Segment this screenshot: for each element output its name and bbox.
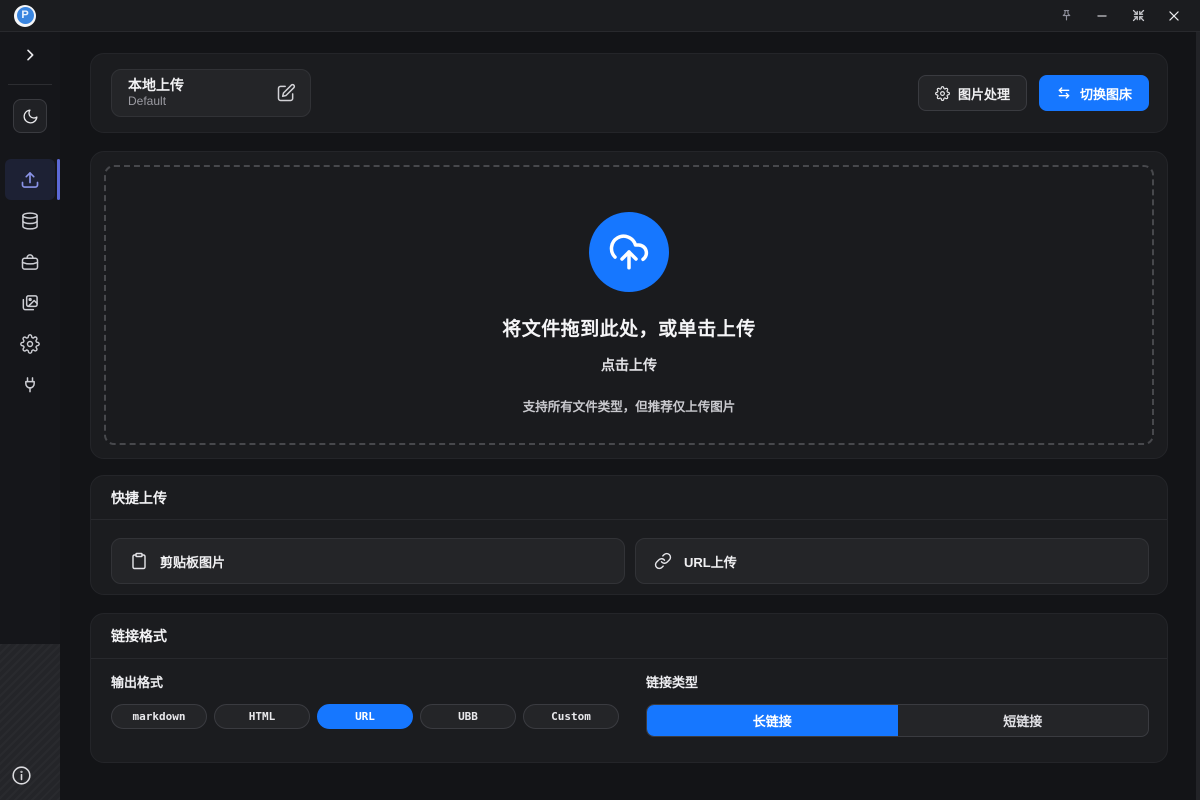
minimize-icon[interactable]	[1084, 1, 1120, 31]
gear-icon	[935, 86, 950, 101]
moon-icon	[22, 108, 39, 125]
quick-upload-body: 剪贴板图片 URL上传	[91, 520, 1167, 584]
link-format-title: 链接格式	[91, 614, 1167, 659]
dropzone-title: 将文件拖到此处，或单击上传	[502, 314, 756, 341]
clipboard-upload-label: 剪贴板图片	[160, 552, 225, 571]
current-uploader-card[interactable]: 本地上传 Default	[111, 69, 311, 117]
pin-icon[interactable]	[1048, 1, 1084, 31]
link-icon	[654, 552, 672, 570]
close-icon[interactable]	[1156, 1, 1192, 31]
sidebar-item-manage[interactable]	[5, 241, 55, 282]
info-icon	[11, 765, 33, 786]
link-type-toggle: 长链接 短链接	[646, 704, 1149, 737]
gear-icon	[20, 334, 40, 354]
sidebar-nav	[0, 159, 60, 405]
format-option-html[interactable]: HTML	[214, 704, 310, 729]
upload-card: 将文件拖到此处，或单击上传 点击上传 支持所有文件类型，但推荐仅上传图片	[90, 151, 1168, 459]
main-content: 本地上传 Default 图片处理	[60, 32, 1200, 800]
uploader-profile: Default	[128, 94, 184, 109]
format-option-custom[interactable]: Custom	[523, 704, 619, 729]
info-button[interactable]	[11, 764, 33, 786]
link-type-group: 链接类型 长链接 短链接	[646, 672, 1149, 737]
switch-bed-label: 切换图床	[1080, 84, 1132, 103]
image-process-button[interactable]: 图片处理	[918, 75, 1027, 111]
app-logo-letter: P	[17, 7, 34, 24]
chevron-right-icon	[22, 47, 38, 63]
format-option-ubb[interactable]: UBB	[420, 704, 516, 729]
output-format-options: markdown HTML URL UBB Custom	[111, 704, 626, 729]
scrollbar-track[interactable]	[1196, 32, 1200, 800]
output-format-label: 输出格式	[111, 672, 626, 691]
link-type-long[interactable]: 长链接	[647, 705, 898, 736]
uploader-bar-card: 本地上传 Default 图片处理	[90, 53, 1168, 133]
sidebar-item-plugins[interactable]	[5, 364, 55, 405]
image-process-label: 图片处理	[958, 84, 1010, 103]
top-actions: 图片处理 切换图床	[918, 75, 1149, 111]
images-icon	[20, 293, 40, 313]
app-logo: P	[14, 5, 36, 27]
clipboard-icon	[130, 552, 148, 570]
url-upload-label: URL上传	[684, 552, 737, 571]
swap-icon	[1056, 85, 1072, 101]
switch-bed-button[interactable]: 切换图床	[1039, 75, 1149, 111]
dropzone-action: 点击上传	[601, 355, 657, 375]
clipboard-upload-button[interactable]: 剪贴板图片	[111, 538, 625, 584]
sidebar-item-album[interactable]	[5, 200, 55, 241]
sidebar	[0, 32, 60, 800]
restore-icon[interactable]	[1120, 1, 1156, 31]
cloud-upload-icon	[589, 212, 669, 292]
upload-dropzone[interactable]: 将文件拖到此处，或单击上传 点击上传 支持所有文件类型，但推荐仅上传图片	[104, 165, 1154, 445]
titlebar: P	[0, 0, 1200, 32]
upload-icon	[20, 170, 40, 190]
database-icon	[20, 211, 40, 231]
sidebar-item-settings[interactable]	[5, 323, 55, 364]
link-format-body: 输出格式 markdown HTML URL UBB Custom 链接类型 长…	[91, 659, 1167, 737]
url-upload-button[interactable]: URL上传	[635, 538, 1149, 584]
uploader-name: 本地上传	[128, 77, 184, 94]
sidebar-item-upload[interactable]	[5, 159, 55, 200]
link-type-short[interactable]: 短链接	[898, 705, 1149, 736]
quick-upload-card: 快捷上传 剪贴板图片 URL上传	[90, 475, 1168, 595]
link-type-label: 链接类型	[646, 672, 1149, 691]
sidebar-divider	[8, 84, 52, 85]
plug-icon	[20, 375, 40, 395]
sidebar-item-image-tools[interactable]	[5, 282, 55, 323]
format-option-url[interactable]: URL	[317, 704, 413, 729]
quick-upload-title: 快捷上传	[91, 476, 1167, 520]
format-option-markdown[interactable]: markdown	[111, 704, 207, 729]
briefcase-icon	[20, 252, 40, 272]
dropzone-hint: 支持所有文件类型，但推荐仅上传图片	[523, 396, 736, 415]
theme-toggle-button[interactable]	[13, 99, 47, 133]
link-format-card: 链接格式 输出格式 markdown HTML URL UBB Custom 链…	[90, 613, 1168, 763]
sidebar-collapse-button[interactable]	[0, 32, 60, 78]
edit-icon[interactable]	[276, 83, 296, 103]
output-format-group: 输出格式 markdown HTML URL UBB Custom	[111, 672, 626, 737]
uploader-info: 本地上传 Default	[128, 77, 184, 109]
window-controls	[1048, 1, 1192, 31]
